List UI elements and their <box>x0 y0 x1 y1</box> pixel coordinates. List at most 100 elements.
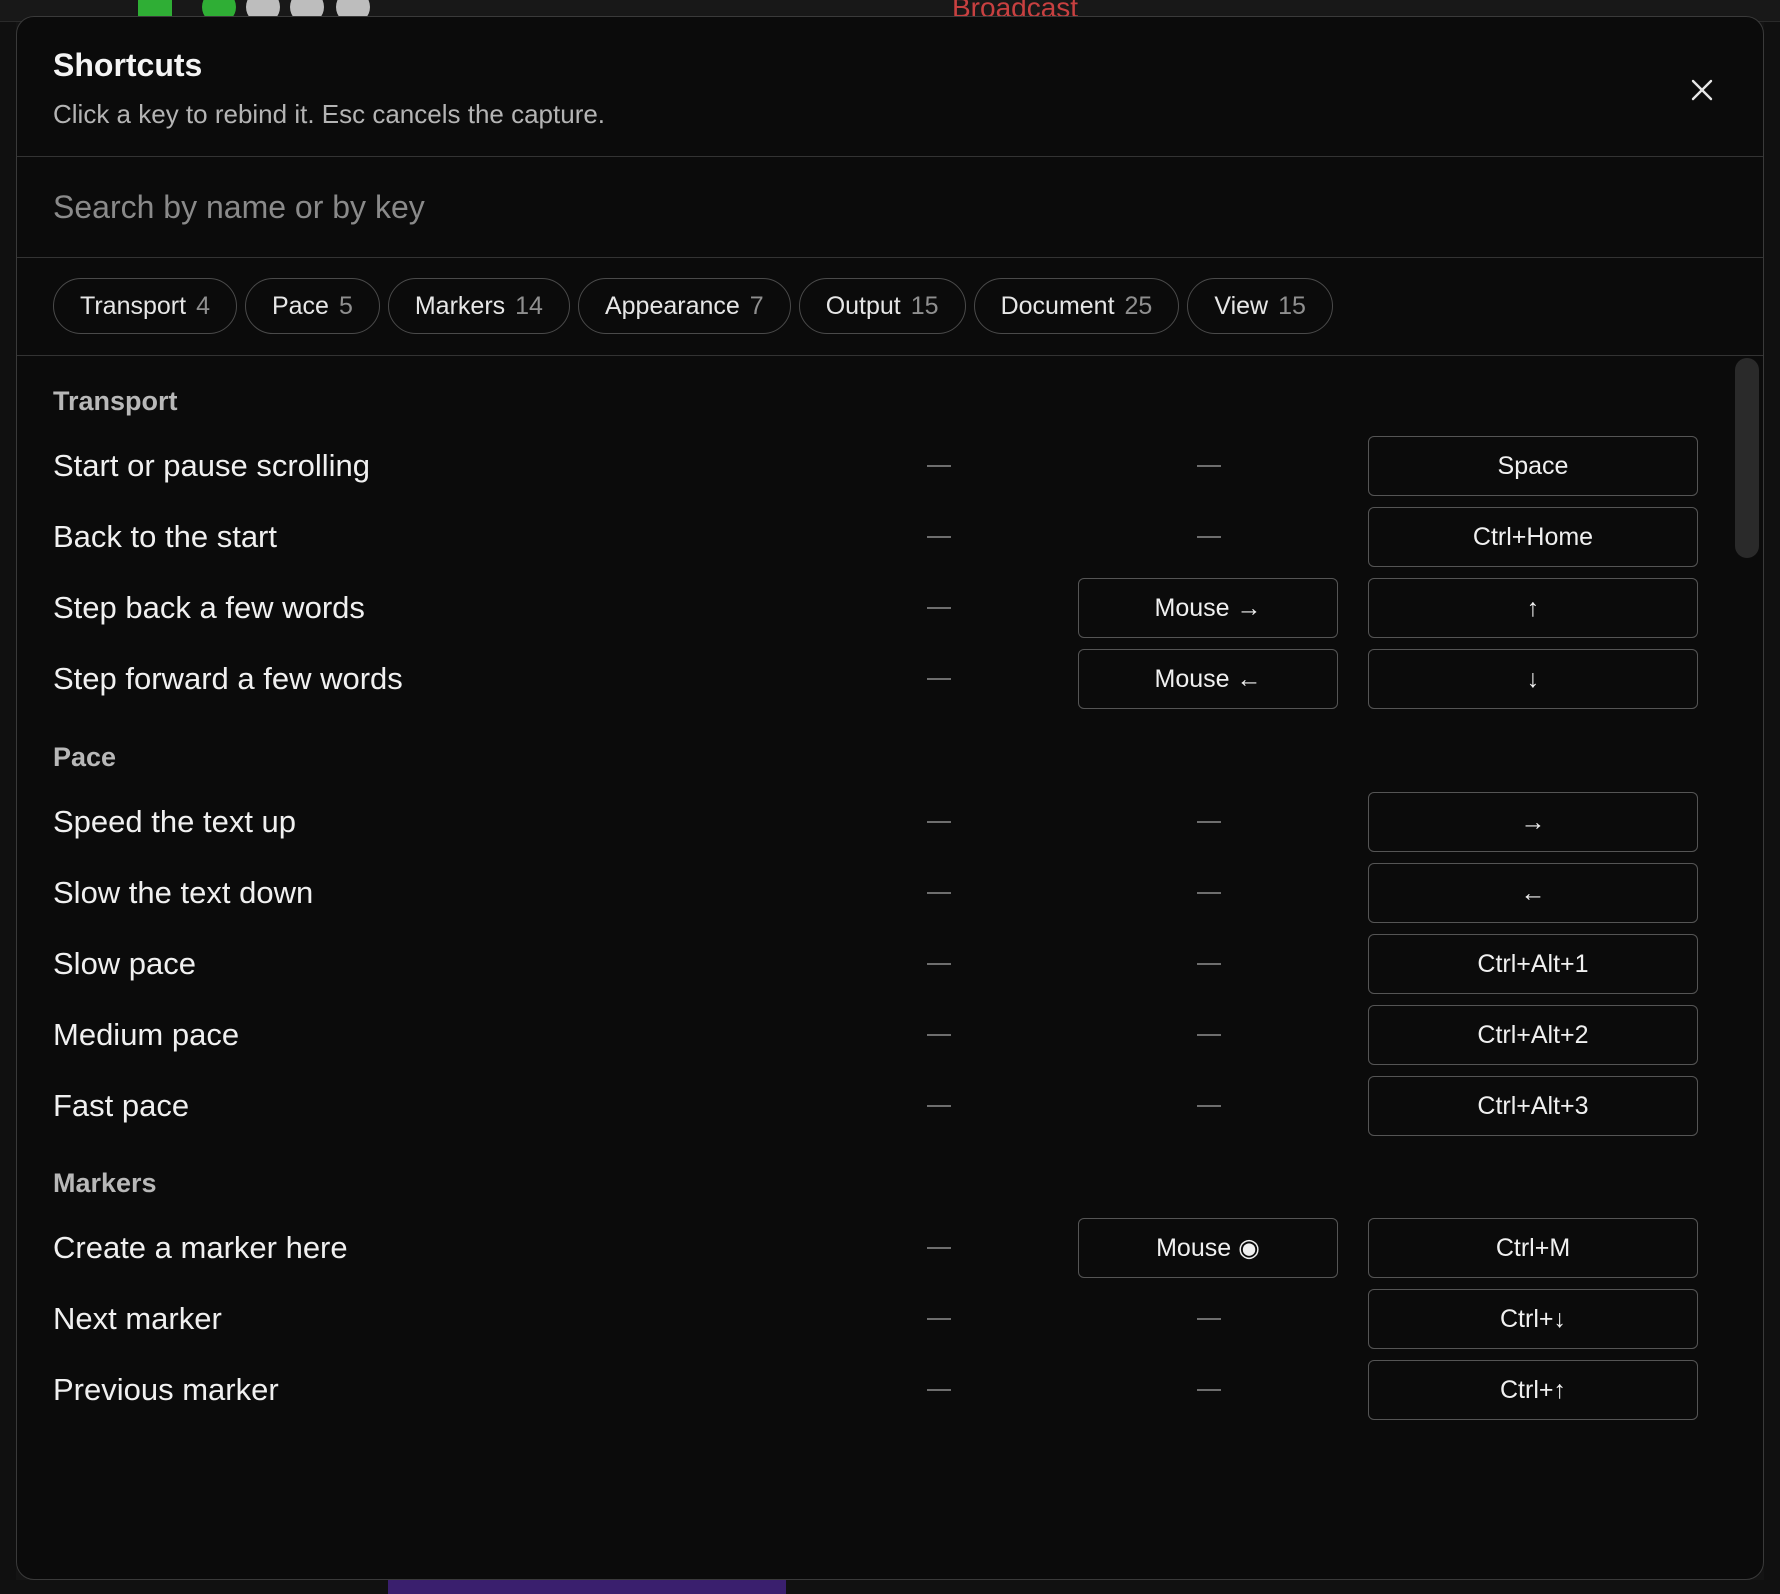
chip-count: 7 <box>749 291 764 320</box>
primary-binding-key[interactable]: → <box>1368 792 1698 852</box>
shortcut-row: Step forward a few words Mouse ← ↓ <box>17 649 1737 709</box>
empty-binding-dash[interactable] <box>1197 1389 1221 1391</box>
shortcut-label: Step back a few words <box>53 590 365 625</box>
chip-count: 4 <box>196 291 210 320</box>
shortcut-label: Speed the text up <box>53 804 297 839</box>
dialog-title: Shortcuts <box>53 47 203 83</box>
empty-binding-dash[interactable] <box>1197 536 1221 538</box>
empty-binding-dash[interactable] <box>1197 465 1221 467</box>
shortcut-label: Next marker <box>53 1301 222 1336</box>
chip-count: 14 <box>515 291 543 320</box>
primary-binding-key[interactable]: Ctrl+M <box>1368 1218 1698 1278</box>
section-title-markers: Markers <box>53 1168 157 1198</box>
shortcut-label: Medium pace <box>53 1017 240 1052</box>
shortcuts-list: Transport Start or pause scrolling Space Ba… <box>17 356 1763 1578</box>
empty-binding-dash[interactable] <box>1197 1105 1221 1107</box>
empty-binding-dash[interactable] <box>927 1105 951 1107</box>
shortcut-row: Back to the start Ctrl+Home <box>17 507 1737 567</box>
dialog-subtitle: Click a key to rebind it. Esc cancels th… <box>53 99 606 129</box>
chip-count: 15 <box>1278 291 1306 320</box>
background-bottom-edge <box>0 1580 1780 1594</box>
shortcut-label: Start or pause scrolling <box>53 448 371 483</box>
primary-binding-key[interactable]: Ctrl+↑ <box>1368 1360 1698 1420</box>
shortcut-label: Previous marker <box>53 1372 279 1407</box>
primary-binding-key[interactable]: Ctrl+↓ <box>1368 1289 1698 1349</box>
empty-binding-dash[interactable] <box>927 1389 951 1391</box>
shortcut-label: Back to the start <box>53 519 277 554</box>
empty-binding-dash[interactable] <box>927 892 951 894</box>
chip-view[interactable]: View 15 <box>1187 278 1333 334</box>
empty-binding-dash[interactable] <box>927 1318 951 1320</box>
primary-binding-key[interactable]: Ctrl+Alt+1 <box>1368 934 1698 994</box>
chip-pace[interactable]: Pace 5 <box>244 278 380 334</box>
background-purple-bar <box>388 1580 786 1594</box>
empty-binding-dash[interactable] <box>1197 1034 1221 1036</box>
primary-binding-key[interactable]: Ctrl+Home <box>1368 507 1698 567</box>
shortcut-row: Slow pace Ctrl+Alt+1 <box>17 934 1737 994</box>
primary-binding-key[interactable]: ↓ <box>1368 649 1698 709</box>
shortcut-row: Create a marker here Mouse ◉ Ctrl+M <box>17 1218 1737 1278</box>
primary-binding-key[interactable]: ← <box>1368 863 1698 923</box>
empty-binding-dash[interactable] <box>927 963 951 965</box>
chip-label: View <box>1214 291 1269 320</box>
empty-binding-dash[interactable] <box>927 1034 951 1036</box>
chip-label: Markers <box>414 291 506 320</box>
search-row <box>17 157 1763 258</box>
secondary-binding-key[interactable]: Mouse ← <box>1078 649 1338 709</box>
primary-binding-key[interactable]: ↑ <box>1368 578 1698 638</box>
shortcut-row: Speed the text up → <box>17 792 1737 852</box>
shortcut-row: Previous marker Ctrl+↑ <box>17 1360 1737 1420</box>
section-title-pace: Pace <box>53 742 117 772</box>
chip-label: Pace <box>271 291 329 320</box>
search-input[interactable] <box>53 179 1713 235</box>
chip-appearance[interactable]: Appearance 7 <box>577 278 791 334</box>
empty-binding-dash[interactable] <box>927 1247 951 1249</box>
close-button[interactable] <box>1685 73 1719 107</box>
shortcut-row: Start or pause scrolling Space <box>17 436 1737 496</box>
dialog-header: Shortcuts Click a key to rebind it. Esc … <box>17 17 1763 157</box>
background-right-edge <box>1764 22 1780 1594</box>
scrollbar[interactable] <box>1733 356 1763 1578</box>
chip-label: Document <box>1000 291 1115 320</box>
chip-transport[interactable]: Transport 4 <box>53 278 237 334</box>
chip-markers[interactable]: Markers 14 <box>387 278 570 334</box>
background-left-edge <box>0 22 16 1594</box>
primary-binding-key[interactable]: Ctrl+Alt+2 <box>1368 1005 1698 1065</box>
close-icon <box>1691 79 1713 101</box>
secondary-binding-key[interactable]: Mouse ◉ <box>1078 1218 1338 1278</box>
chip-label: Appearance <box>604 291 740 320</box>
shortcut-label: Fast pace <box>53 1088 190 1123</box>
shortcut-row: Medium pace Ctrl+Alt+2 <box>17 1005 1737 1065</box>
category-chips: Transport 4 Pace 5 Markers 14 Appearance 7 Outpu… <box>17 258 1763 356</box>
empty-binding-dash[interactable] <box>1197 1318 1221 1320</box>
shortcut-label: Slow the text down <box>53 875 314 910</box>
empty-binding-dash[interactable] <box>1197 892 1221 894</box>
empty-binding-dash[interactable] <box>927 607 951 609</box>
shortcut-label: Step forward a few words <box>53 661 403 696</box>
section-title-transport: Transport <box>53 386 178 416</box>
chip-count: 5 <box>338 291 353 320</box>
shortcut-label: Create a marker here <box>53 1230 348 1265</box>
chip-label: Output <box>825 291 901 320</box>
empty-binding-dash[interactable] <box>927 536 951 538</box>
empty-binding-dash[interactable] <box>927 678 951 680</box>
shortcuts-dialog: Shortcuts Click a key to rebind it. Esc … <box>16 16 1764 1580</box>
chip-output[interactable]: Output 15 <box>798 278 966 334</box>
scrollbar-thumb[interactable] <box>1735 358 1759 558</box>
shortcut-row: Fast pace Ctrl+Alt+3 <box>17 1076 1737 1136</box>
primary-binding-key[interactable]: Ctrl+Alt+3 <box>1368 1076 1698 1136</box>
shortcut-label: Slow pace <box>53 946 197 981</box>
chip-count: 25 <box>1124 291 1153 320</box>
shortcut-row: Next marker Ctrl+↓ <box>17 1289 1737 1349</box>
primary-binding-key[interactable]: Space <box>1368 436 1698 496</box>
chip-document[interactable]: Document 25 <box>973 278 1180 334</box>
empty-binding-dash[interactable] <box>927 465 951 467</box>
empty-binding-dash[interactable] <box>1197 963 1221 965</box>
shortcut-row: Step back a few words Mouse → ↑ <box>17 578 1737 638</box>
empty-binding-dash[interactable] <box>1197 821 1221 823</box>
shortcut-row: Slow the text down ← <box>17 863 1737 923</box>
secondary-binding-key[interactable]: Mouse → <box>1078 578 1338 638</box>
chip-label: Transport <box>80 291 187 320</box>
empty-binding-dash[interactable] <box>927 821 951 823</box>
chip-count: 15 <box>910 291 939 320</box>
